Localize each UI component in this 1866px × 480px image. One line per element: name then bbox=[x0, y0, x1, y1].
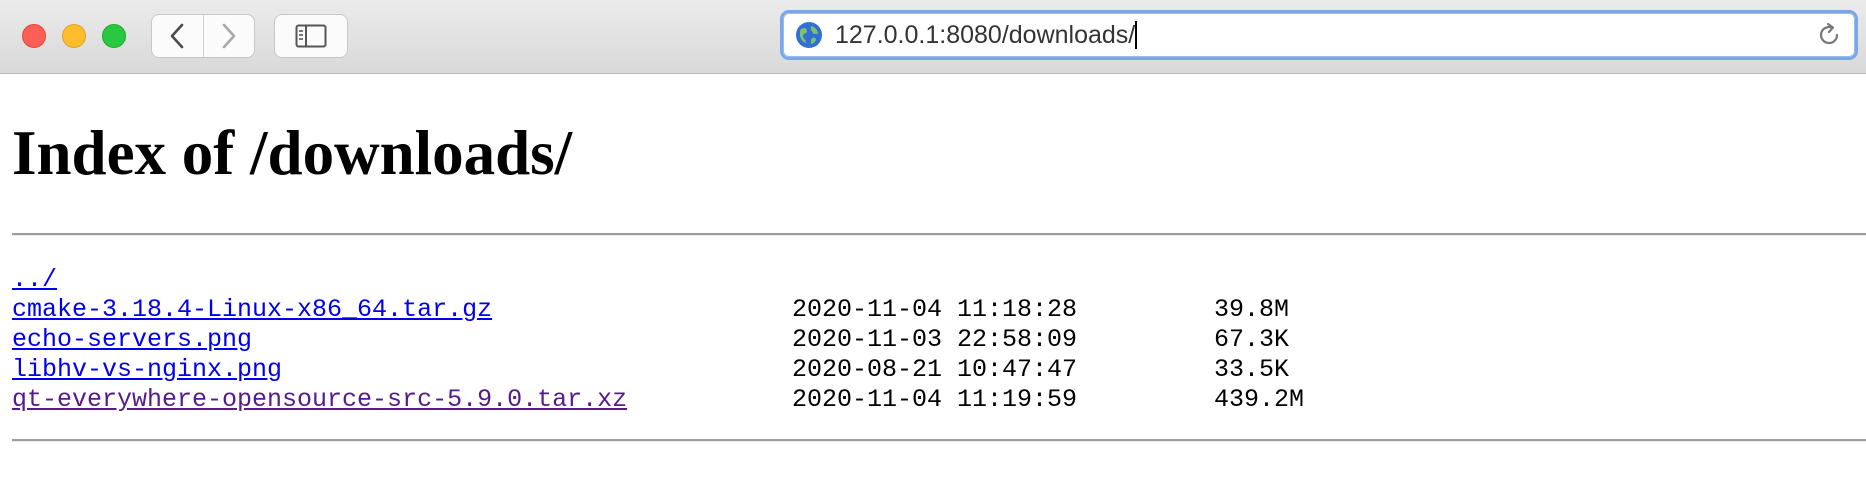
window-close-button[interactable] bbox=[22, 24, 46, 48]
window-minimize-button[interactable] bbox=[62, 24, 86, 48]
browser-toolbar: 127.0.0.1:8080/downloads/ bbox=[0, 0, 1866, 74]
page-title: Index of /downloads/ bbox=[12, 118, 573, 188]
sidebar-icon bbox=[295, 24, 327, 48]
file-date: 2020-11-03 22:58:09 bbox=[792, 325, 1078, 354]
file-size: 33.5K bbox=[1214, 355, 1290, 384]
parent-directory-link[interactable]: ../ bbox=[12, 265, 792, 295]
horizontal-rule-bottom bbox=[12, 439, 1866, 442]
table-row: echo-servers.png 2020-11-03 22:58:09 67.3K bbox=[12, 325, 1304, 355]
url-text: 127.0.0.1:8080/downloads/ bbox=[835, 20, 1136, 49]
file-date: 2020-11-04 11:18:28 bbox=[792, 295, 1078, 324]
chevron-right-icon bbox=[222, 23, 236, 49]
file-link[interactable]: qt-everywhere-opensource-src-5.9.0.tar.x… bbox=[12, 385, 792, 415]
horizontal-rule-top bbox=[12, 233, 1866, 236]
navigation-buttons bbox=[151, 14, 255, 58]
forward-button[interactable] bbox=[202, 15, 254, 57]
file-entries: cmake-3.18.4-Linux-x86_64.tar.gz 2020-11-… bbox=[12, 295, 1304, 415]
list-item: ../ bbox=[12, 265, 1304, 295]
file-size: 39.8M bbox=[1214, 295, 1290, 324]
back-button[interactable] bbox=[152, 15, 203, 57]
reload-icon[interactable] bbox=[1809, 15, 1849, 55]
table-row: qt-everywhere-opensource-src-5.9.0.tar.x… bbox=[12, 385, 1304, 415]
file-link[interactable]: cmake-3.18.4-Linux-x86_64.tar.gz bbox=[12, 295, 792, 325]
file-link[interactable]: echo-servers.png bbox=[12, 325, 792, 355]
file-date: 2020-11-04 11:19:59 bbox=[792, 385, 1078, 414]
window-maximize-button[interactable] bbox=[102, 24, 126, 48]
chevron-left-icon bbox=[171, 23, 184, 49]
file-size: 439.2M bbox=[1214, 385, 1305, 414]
url-field[interactable]: 127.0.0.1:8080/downloads/ bbox=[835, 21, 1809, 50]
file-size: 67.3K bbox=[1214, 325, 1290, 354]
text-caret bbox=[1135, 21, 1138, 49]
file-link[interactable]: libhv-vs-nginx.png bbox=[12, 355, 792, 385]
file-listing: ../ cmake-3.18.4-Linux-x86_64.tar.gz 2020… bbox=[12, 265, 1304, 415]
file-date: 2020-08-21 10:47:47 bbox=[792, 355, 1078, 384]
globe-icon bbox=[795, 21, 823, 49]
table-row: cmake-3.18.4-Linux-x86_64.tar.gz 2020-11-… bbox=[12, 295, 1304, 325]
sidebar-toggle-button[interactable] bbox=[274, 14, 348, 58]
table-row: libhv-vs-nginx.png 2020-08-21 10:47:47 33.… bbox=[12, 355, 1304, 385]
address-bar[interactable]: 127.0.0.1:8080/downloads/ bbox=[780, 10, 1858, 60]
